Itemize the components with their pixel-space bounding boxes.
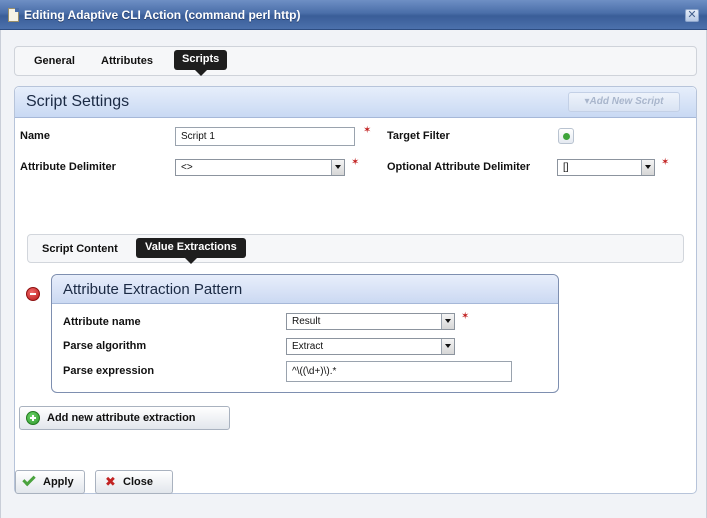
attribute-delimiter-select[interactable]: <> xyxy=(175,159,345,176)
attribute-extraction-panel: Attribute Extraction Pattern Attribute n… xyxy=(51,274,559,393)
tab-scripts[interactable]: Scripts xyxy=(174,50,228,76)
window-title: Editing Adaptive CLI Action (command per… xyxy=(24,8,301,22)
close-label: Close xyxy=(123,476,153,488)
optional-delimiter-value: [] xyxy=(563,162,569,173)
close-button[interactable]: ✖ Close xyxy=(95,470,173,494)
parse-expression-label: Parse expression xyxy=(63,365,155,377)
apply-button[interactable]: Apply xyxy=(15,470,85,494)
tab-value-extractions[interactable]: Value Extractions xyxy=(136,238,246,264)
attribute-name-label: Attribute name xyxy=(63,316,141,328)
script-settings-panel: Script Settings ▾Add New Script Name Scr… xyxy=(14,86,697,494)
required-asterisk-icon xyxy=(363,125,371,136)
script-settings-header: Script Settings ▾Add New Script xyxy=(15,87,696,118)
add-attribute-extraction-button[interactable]: Add new attribute extraction xyxy=(19,406,230,430)
chevron-down-icon[interactable] xyxy=(331,160,344,175)
required-asterisk-icon xyxy=(661,157,669,168)
dialog-body: General Attributes Scripts Script Settin… xyxy=(0,30,707,518)
tab-attributes[interactable]: Attributes xyxy=(101,55,153,67)
name-label: Name xyxy=(20,130,50,142)
panel-title: Script Settings xyxy=(26,93,130,110)
chevron-down-icon[interactable] xyxy=(441,339,454,354)
add-filter-icon[interactable] xyxy=(558,128,574,144)
add-new-script-button[interactable]: ▾Add New Script xyxy=(568,92,680,112)
parse-algorithm-select[interactable]: Extract xyxy=(286,338,455,355)
parse-expression-input[interactable]: ^\((\d+)\).* xyxy=(286,361,512,382)
add-extraction-label: Add new attribute extraction xyxy=(47,412,196,424)
tab-script-content[interactable]: Script Content xyxy=(42,243,118,255)
close-icon[interactable]: ✕ xyxy=(685,9,699,22)
tab-general[interactable]: General xyxy=(34,55,75,67)
document-icon xyxy=(8,8,19,22)
remove-icon[interactable] xyxy=(26,287,40,301)
name-input[interactable]: Script 1 xyxy=(175,127,355,146)
target-filter-label: Target Filter xyxy=(387,130,450,142)
required-asterisk-icon xyxy=(461,311,469,322)
sub-tab-bar: Script Content Value Extractions xyxy=(27,234,684,264)
x-icon: ✖ xyxy=(105,474,116,489)
attribute-delimiter-value: <> xyxy=(181,162,193,173)
checkmark-icon xyxy=(22,472,36,487)
attribute-delimiter-label: Attribute Delimiter xyxy=(20,161,116,173)
extraction-title: Attribute Extraction Pattern xyxy=(63,281,243,298)
optional-delimiter-label: Optional Attribute Delimiter xyxy=(387,161,531,173)
window-titlebar: Editing Adaptive CLI Action (command per… xyxy=(0,0,707,30)
attribute-name-select[interactable]: Result xyxy=(286,313,455,330)
add-icon xyxy=(26,411,40,425)
apply-label: Apply xyxy=(43,476,74,488)
tab-bar: General Attributes Scripts xyxy=(14,46,697,76)
chevron-down-icon[interactable] xyxy=(441,314,454,329)
parse-algorithm-label: Parse algorithm xyxy=(63,340,147,352)
attribute-extraction-header: Attribute Extraction Pattern xyxy=(52,275,558,304)
parse-algorithm-value: Extract xyxy=(292,341,324,352)
attribute-name-value: Result xyxy=(292,316,321,327)
chevron-down-icon[interactable] xyxy=(641,160,654,175)
required-asterisk-icon xyxy=(351,157,359,168)
optional-delimiter-select[interactable]: [] xyxy=(557,159,655,176)
